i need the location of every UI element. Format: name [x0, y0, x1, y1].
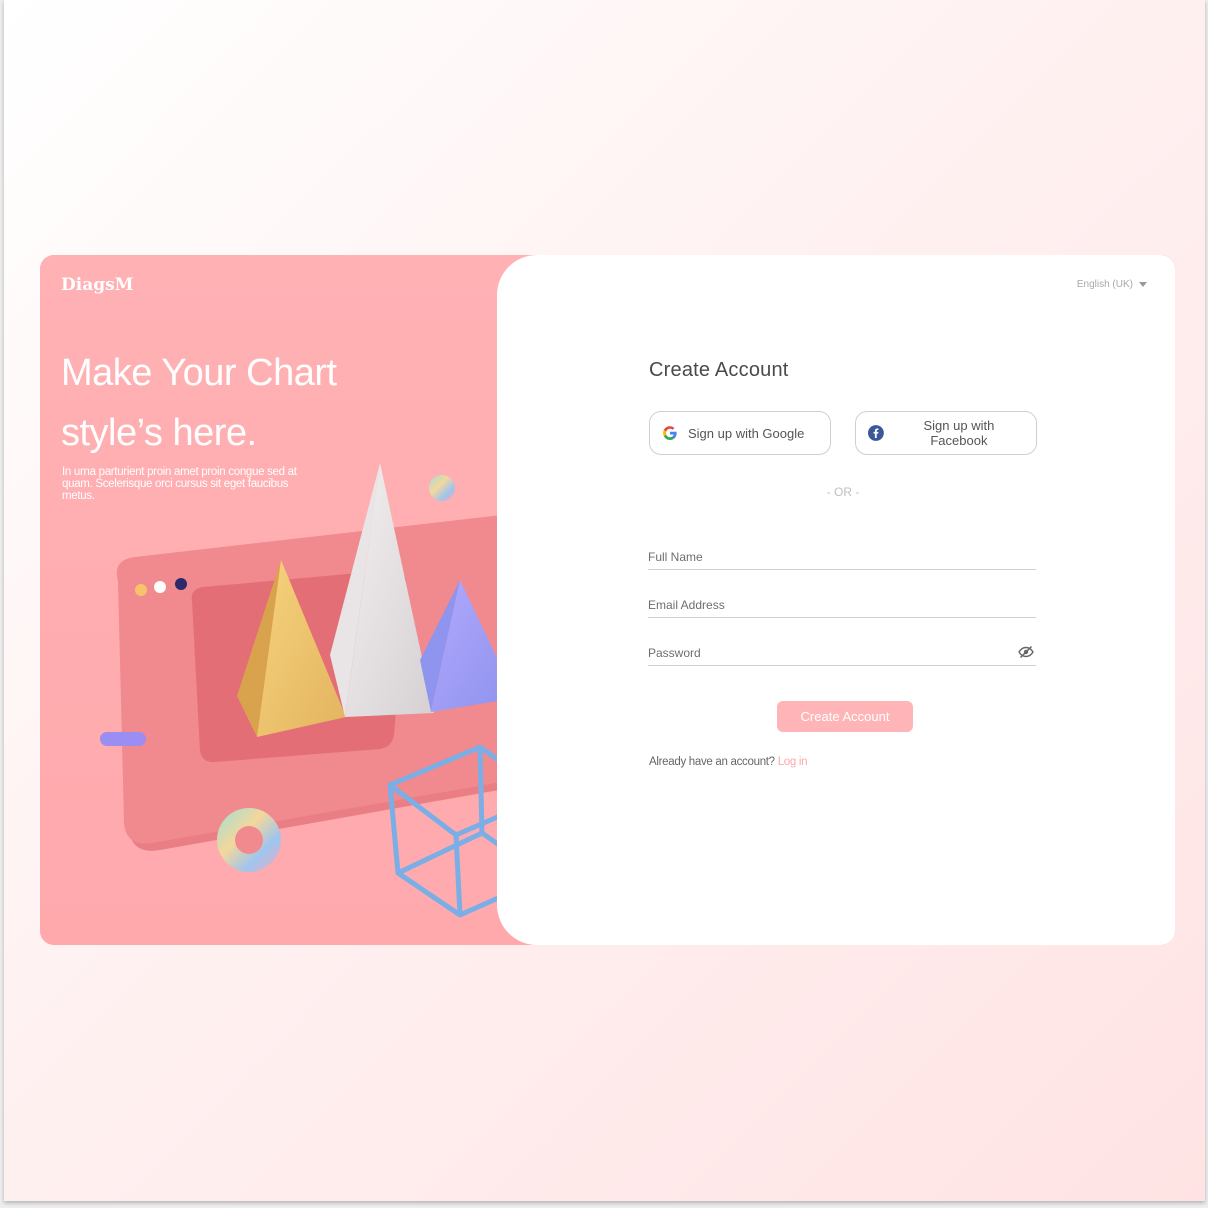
google-signup-label: Sign up with Google — [688, 425, 805, 441]
google-icon — [663, 426, 677, 440]
full-name-field — [648, 547, 1036, 570]
create-account-button[interactable]: Create Account — [777, 701, 913, 732]
email-input[interactable] — [648, 595, 1008, 615]
email-field — [648, 595, 1036, 618]
login-link[interactable]: Log in — [778, 756, 808, 768]
facebook-signup-button[interactable]: Sign up with Facebook — [855, 411, 1037, 455]
or-divider: - OR - — [826, 485, 860, 499]
google-signup-button[interactable]: Sign up with Google — [649, 411, 831, 455]
password-input[interactable] — [648, 643, 1008, 663]
password-field — [648, 643, 1036, 666]
language-label: English (UK) — [1076, 279, 1133, 290]
login-prompt: Already have an account? Log in — [649, 756, 808, 768]
signup-panel: English (UK) Create Account Sign up with… — [497, 255, 1175, 945]
eye-slash-icon[interactable] — [1018, 645, 1034, 664]
chevron-down-icon — [1139, 282, 1147, 287]
facebook-signup-label: Sign up with Facebook — [923, 418, 995, 448]
language-selector[interactable]: English (UK) — [1077, 279, 1147, 290]
full-name-input[interactable] — [648, 547, 1008, 567]
signup-card: DiagsM Make Your Chart style’s here. In … — [40, 255, 1175, 945]
facebook-icon — [868, 425, 884, 441]
login-prompt-text: Already have an account? — [649, 756, 775, 768]
page-background: DiagsM Make Your Chart style’s here. In … — [4, 0, 1205, 1201]
form-title: Create Account — [649, 359, 789, 381]
hero-panel: DiagsM Make Your Chart style’s here. In … — [40, 255, 574, 945]
